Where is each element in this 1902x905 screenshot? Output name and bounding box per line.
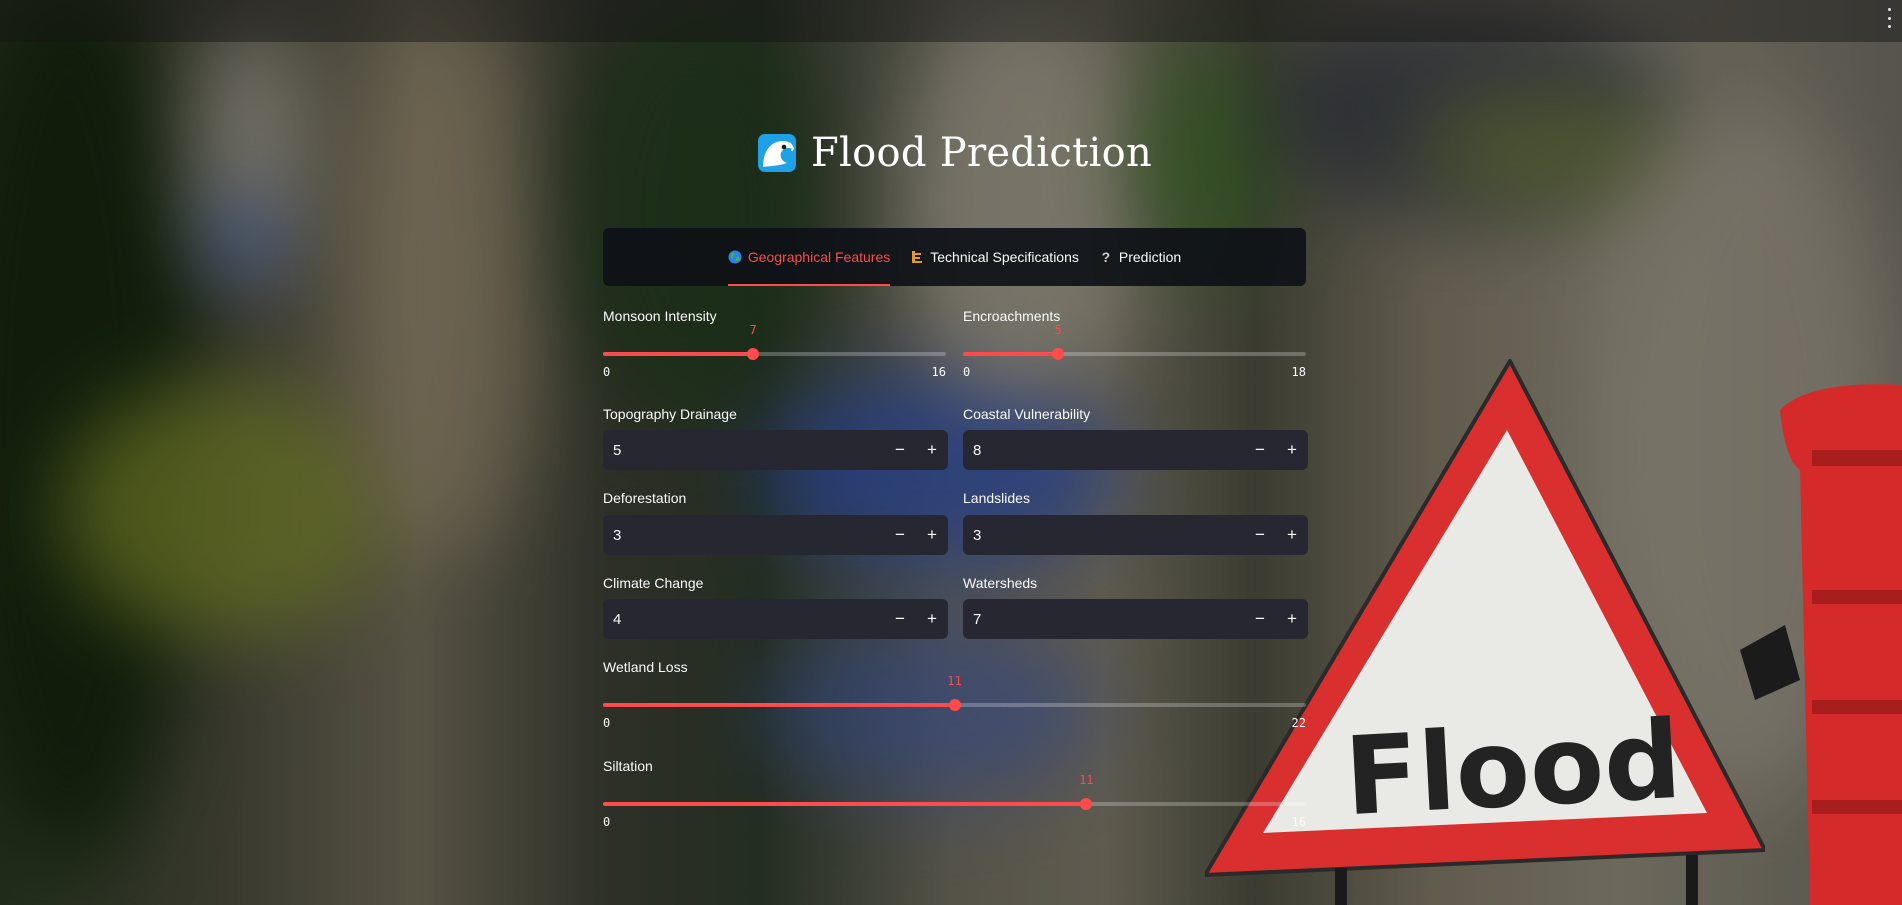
increment-button[interactable]: + (1276, 430, 1308, 470)
slider-thumb[interactable] (747, 348, 760, 360)
decrement-button[interactable]: − (1244, 599, 1276, 639)
increment-button[interactable]: + (1276, 515, 1308, 555)
siltation-slider[interactable]: 11 0 16 (603, 773, 1306, 829)
slider-max: 16 (1291, 815, 1306, 829)
slider-fill (603, 703, 955, 707)
slider-value: 5 (1054, 323, 1062, 337)
slider-max: 22 (1291, 716, 1306, 730)
increment-button[interactable]: + (916, 430, 948, 470)
slider-min: 0 (603, 716, 611, 730)
main-container: Flood Prediction Geographical Features T… (603, 0, 1308, 905)
tab-bar: Geographical Features Technical Specific… (603, 228, 1306, 286)
question-icon: ? (1101, 249, 1111, 265)
increment-button[interactable]: + (916, 599, 948, 639)
flood-sign-text: Flood (1342, 698, 1685, 840)
decrement-button[interactable]: − (884, 515, 916, 555)
number-value[interactable]: 7 (963, 611, 1244, 628)
monsoon-intensity-slider[interactable]: 7 0 16 (603, 323, 946, 379)
increment-button[interactable]: + (916, 515, 948, 555)
number-value[interactable]: 5 (603, 442, 884, 459)
globe-icon (728, 250, 742, 264)
encroachments-slider[interactable]: 5 0 18 (963, 323, 1306, 379)
landslides-input[interactable]: 3 − + (963, 515, 1308, 555)
tab-label: Technical Specifications (930, 249, 1079, 265)
coastal-vulnerability-input[interactable]: 8 − + (963, 430, 1308, 470)
slider-max: 16 (931, 365, 946, 379)
encroachments-label: Encroachments (963, 308, 1061, 324)
wave-icon (757, 134, 796, 172)
slider-min: 0 (963, 365, 971, 379)
slider-min: 0 (603, 365, 611, 379)
slider-fill (963, 352, 1059, 356)
tab-label: Geographical Features (747, 249, 891, 265)
red-barrier-image (1740, 384, 1902, 905)
number-value[interactable]: 4 (603, 611, 884, 628)
deforestation-label: Deforestation (603, 490, 687, 506)
monsoon-intensity-label: Monsoon Intensity (603, 308, 717, 324)
building-icon (912, 251, 923, 263)
deforestation-input[interactable]: 3 − + (603, 515, 948, 555)
page-header: Flood Prediction (603, 128, 1306, 178)
number-value[interactable]: 8 (963, 442, 1244, 459)
topography-drainage-label: Topography Drainage (603, 406, 737, 422)
tab-technical-specifications[interactable]: Technical Specifications (910, 228, 1079, 286)
slider-value: 7 (749, 323, 757, 337)
slider-value: 11 (947, 674, 962, 688)
decrement-button[interactable]: − (1244, 430, 1276, 470)
slider-value: 11 (1079, 773, 1094, 787)
number-value[interactable]: 3 (603, 527, 884, 544)
slider-fill (603, 352, 754, 356)
decrement-button[interactable]: − (1244, 515, 1276, 555)
slider-thumb[interactable] (948, 699, 961, 711)
slider-thumb[interactable] (1052, 348, 1065, 360)
tab-geographical-features[interactable]: Geographical Features (727, 228, 891, 286)
coastal-vulnerability-label: Coastal Vulnerability (963, 406, 1091, 422)
topography-drainage-input[interactable]: 5 − + (603, 430, 948, 470)
climate-change-label: Climate Change (603, 575, 704, 591)
climate-change-input[interactable]: 4 − + (603, 599, 948, 639)
page-title: Flood Prediction (810, 130, 1153, 176)
slider-min: 0 (603, 815, 611, 829)
watersheds-input[interactable]: 7 − + (963, 599, 1308, 639)
slider-max: 18 (1291, 365, 1306, 379)
slider-fill (603, 802, 1087, 806)
siltation-label: Siltation (603, 758, 653, 774)
vertical-dots-icon[interactable] (1886, 8, 1892, 28)
slider-thumb[interactable] (1080, 798, 1093, 810)
wetland-loss-slider[interactable]: 11 0 22 (603, 674, 1306, 730)
wetland-loss-label: Wetland Loss (603, 659, 688, 675)
watersheds-label: Watersheds (963, 575, 1038, 591)
increment-button[interactable]: + (1276, 599, 1308, 639)
decrement-button[interactable]: − (884, 430, 916, 470)
tab-label: Prediction (1118, 249, 1182, 265)
decrement-button[interactable]: − (884, 599, 916, 639)
landslides-label: Landslides (963, 490, 1030, 506)
number-value[interactable]: 3 (963, 527, 1244, 544)
tab-prediction[interactable]: ? Prediction (1099, 228, 1182, 286)
